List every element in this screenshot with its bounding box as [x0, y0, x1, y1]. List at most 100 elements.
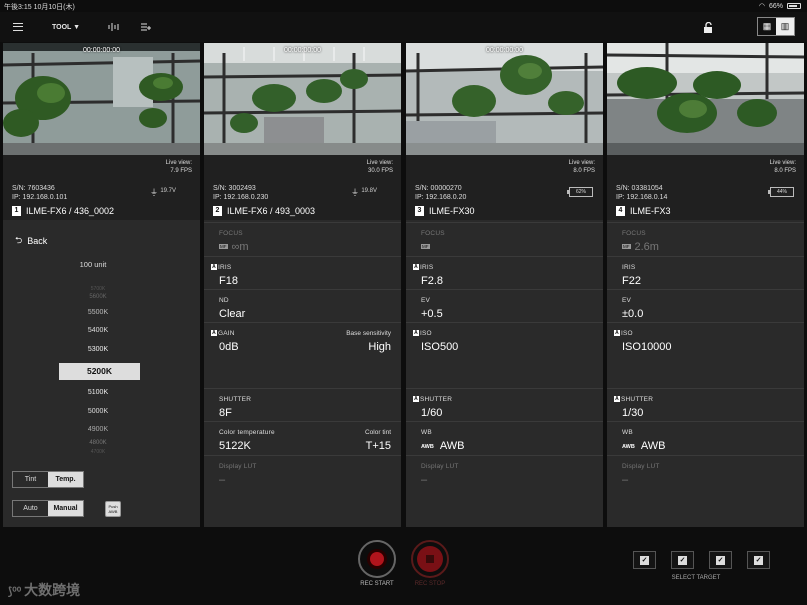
focus-row[interactable]: FOCUS MF 2.6m	[607, 222, 804, 256]
push-awb-button[interactable]: Push AWB	[105, 501, 121, 517]
camera-name: ILME-FX3	[630, 206, 671, 216]
kelvin-option[interactable]: 5600K	[3, 294, 193, 300]
shutter-label: SHUTTER	[219, 396, 252, 403]
timecode: 00:00:00:00	[83, 47, 120, 54]
gain-row[interactable]: A GAIN 0dB Base sensitivity High	[204, 322, 401, 388]
mf-badge: MF	[421, 244, 430, 249]
step-unit: 100 unit	[79, 260, 107, 269]
live-view-thumbnail[interactable]: 00:00:00:00	[406, 43, 603, 155]
live-view-thumbnail[interactable]: 00:00:00:00	[3, 43, 200, 155]
focus-label: FOCUS	[421, 230, 445, 237]
iso-row[interactable]: A ISO ISO10000	[607, 322, 804, 388]
rec-stop-button[interactable]	[411, 540, 449, 578]
color-tint-value: T+15	[365, 440, 391, 452]
stop-icon	[417, 546, 443, 572]
live-view-thumbnail[interactable]: 00:00:00:00	[204, 43, 401, 155]
camera-number-badge: 1	[12, 206, 21, 216]
auto-badge: A	[211, 264, 217, 270]
camera-panel-3[interactable]: 00:00:00:00 Live view: 8.0 FPS S/N: 00000…	[406, 43, 603, 527]
shutter-row[interactable]: A SHUTTER 1/60	[406, 388, 603, 421]
kelvin-selected[interactable]: 5200K	[59, 363, 140, 380]
ip-address: IP: 192.168.0.20	[415, 194, 467, 201]
lut-row[interactable]: Display LUT –	[607, 455, 804, 489]
camera-info: Live view: 8.0 FPS S/N: 03381054 IP: 192.1…	[607, 155, 804, 220]
shutter-row[interactable]: SHUTTER 8F	[204, 388, 401, 421]
select-target-checkbox-1[interactable]: ✓	[633, 551, 656, 569]
ev-value: ±0.0	[622, 308, 644, 320]
live-view-label: Live view:	[568, 160, 595, 166]
iris-label: IRIS	[218, 264, 232, 271]
wb-row[interactable]: WB AWB AWB	[406, 421, 603, 455]
select-target-label: SELECT TARGET	[671, 575, 721, 581]
iso-value: ISO10000	[622, 341, 672, 353]
kelvin-option[interactable]: 5100K	[3, 389, 193, 396]
camera-info: Live view: 8.0 FPS S/N: 00000270 IP: 192.1…	[406, 155, 603, 220]
serial-number: S/N: 7603436	[12, 185, 55, 192]
select-target-checkbox-2[interactable]: ✓	[671, 551, 694, 569]
kelvin-option[interactable]: 4800K	[3, 440, 193, 446]
kelvin-option[interactable]: 5700K	[3, 286, 193, 292]
ev-row[interactable]: EV +0.5	[406, 289, 603, 322]
nd-value: Clear	[219, 308, 246, 320]
lut-row[interactable]: Display LUT –	[204, 455, 401, 489]
camera-info: Live view: 7.9 FPS S/N: 7603436 IP: 192.16…	[3, 155, 200, 220]
iris-label: IRIS	[420, 264, 434, 271]
list-settings-icon[interactable]	[136, 12, 156, 42]
kelvin-option[interactable]: 5500K	[3, 309, 193, 316]
camera-panel-2[interactable]: 00:00:00:00 Live view: 30.0 FPS S/N: 3002…	[204, 43, 401, 527]
iso-row[interactable]: A ISO ISO500	[406, 322, 603, 388]
camera-panel-4[interactable]: Live view: 8.0 FPS S/N: 03381054 IP: 192.1…	[607, 43, 804, 527]
lut-value: –	[421, 474, 428, 486]
menu-icon[interactable]	[10, 12, 26, 42]
color-temp-label: Color temperature	[219, 429, 275, 436]
kelvin-option[interactable]: 5300K	[3, 346, 193, 353]
live-view-thumbnail[interactable]	[607, 43, 804, 155]
auto-badge: A	[614, 330, 620, 336]
manual-option[interactable]: Manual	[48, 501, 83, 516]
base-sensitivity-value: High	[368, 341, 391, 353]
rec-start-button[interactable]	[358, 540, 396, 578]
wb-label: WB	[622, 429, 633, 436]
shutter-label: SHUTTER	[420, 396, 453, 403]
kelvin-option[interactable]: 4900K	[3, 426, 193, 433]
shutter-row[interactable]: A SHUTTER 1/30	[607, 388, 804, 421]
ip-address: IP: 192.168.0.230	[213, 194, 269, 201]
kelvin-option[interactable]: 4700K	[3, 449, 193, 455]
grid-view-icon[interactable]: ▦	[758, 18, 776, 35]
lut-row[interactable]: Display LUT –	[406, 455, 603, 489]
camera-number-badge: 3	[415, 206, 424, 216]
select-target-checkbox-4[interactable]: ✓	[747, 551, 770, 569]
iris-row[interactable]: A IRIS F18	[204, 256, 401, 289]
back-label: Back	[27, 236, 48, 246]
wb-label: WB	[421, 429, 432, 436]
iris-row[interactable]: A IRIS F2.8	[406, 256, 603, 289]
ip-address: IP: 192.168.0.101	[12, 194, 68, 201]
waveform-icon[interactable]	[104, 12, 124, 42]
auto-manual-toggle: Auto Manual	[12, 500, 84, 517]
focus-row[interactable]: FOCUS MF ∞m	[204, 222, 401, 256]
wb-row[interactable]: WB AWB AWB	[607, 421, 804, 455]
temp-option[interactable]: Temp.	[48, 472, 83, 487]
column-view-icon[interactable]: ▥	[776, 18, 794, 35]
gain-label: GAIN	[218, 330, 235, 337]
fps-readout: 8.0 FPS	[573, 168, 595, 174]
check-icon: ✓	[716, 555, 725, 565]
timecode: 00:00:00:00	[284, 47, 321, 54]
nd-row[interactable]: ND Clear	[204, 289, 401, 322]
iso-label: ISO	[621, 330, 633, 337]
back-button[interactable]: ⮌ Back	[15, 233, 47, 249]
ev-row[interactable]: EV ±0.0	[607, 289, 804, 322]
select-target-checkbox-3[interactable]: ✓	[709, 551, 732, 569]
kelvin-option[interactable]: 5000K	[3, 408, 193, 415]
auto-option[interactable]: Auto	[13, 501, 48, 516]
wb-row[interactable]: Color temperature 5122K Color tint T+15	[204, 421, 401, 455]
tool-dropdown[interactable]: TOOL ▼	[48, 12, 84, 42]
wifi-icon: ◠	[758, 3, 765, 10]
tint-option[interactable]: Tint	[13, 472, 48, 487]
unlock-icon[interactable]	[698, 12, 718, 42]
camera-panel-1[interactable]: 00:00:00:00 Live view: 7.9 FPS S/N: 76034…	[3, 43, 200, 527]
iris-row[interactable]: IRIS F22	[607, 256, 804, 289]
check-icon: ✓	[678, 555, 687, 565]
focus-row[interactable]: FOCUS MF	[406, 222, 603, 256]
kelvin-option[interactable]: 5400K	[3, 327, 193, 334]
